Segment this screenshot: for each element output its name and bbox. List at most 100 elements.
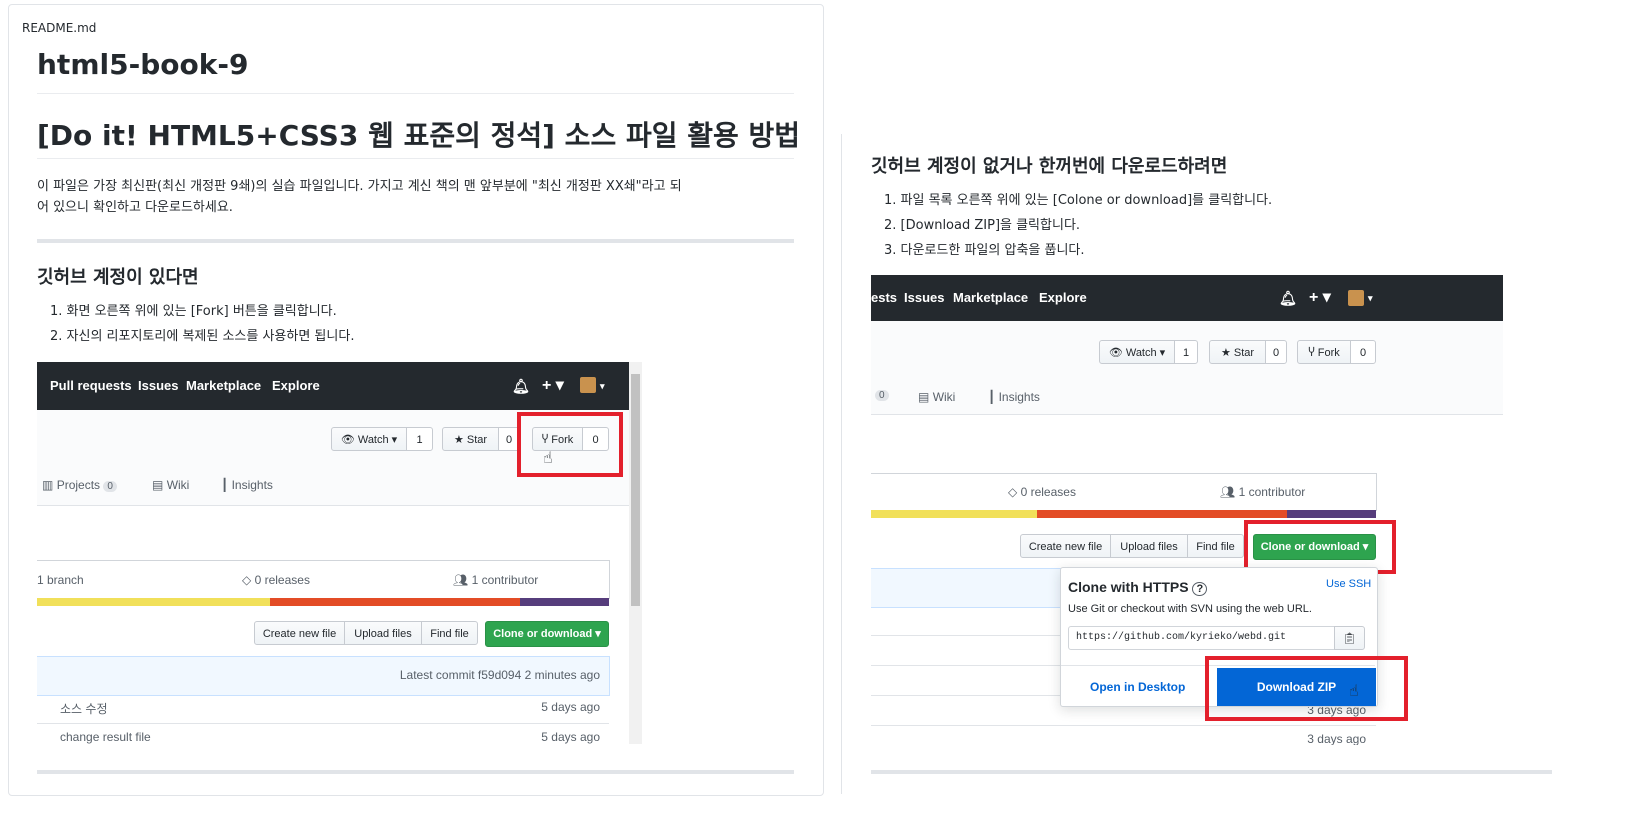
- star-icon: ★: [453, 434, 464, 446]
- contributor-count[interactable]: 👥︎ 1 contributor: [453, 573, 538, 587]
- plus-icon[interactable]: + ▾: [1309, 275, 1331, 323]
- chevron-down-icon[interactable]: ▾: [600, 362, 605, 410]
- thematic-break: [37, 770, 794, 774]
- tab-wiki[interactable]: ▤ Wiki: [152, 478, 189, 492]
- file-row-message[interactable]: change result file: [60, 730, 151, 744]
- scrollbar[interactable]: [629, 362, 642, 744]
- language-bar-css: [520, 598, 609, 606]
- contributor-count[interactable]: 👥︎ 1 contributor: [1220, 485, 1305, 499]
- right-step-3: 3. 다운로드한 파일의 압축을 풉니다.: [884, 243, 1085, 258]
- nav-issues[interactable]: Issues: [138, 362, 178, 410]
- screenshot-download: ests Issues Marketplace Explore 🔔︎ + ▾ ▾…: [871, 275, 1503, 745]
- left-step-2: 2. 자신의 리포지토리에 복제된 소스를 사용하면 됩니다.: [50, 329, 355, 344]
- hand-cursor-icon: ☝︎: [1349, 681, 1359, 700]
- upload-files-button[interactable]: Upload files: [344, 621, 422, 645]
- find-file-button[interactable]: Find file: [1187, 534, 1244, 558]
- scrollbar-thumb[interactable]: [631, 374, 640, 606]
- people-icon: 👥︎: [453, 573, 469, 587]
- dropdown-description: Use Git or checkout with SVN using the w…: [1068, 603, 1312, 615]
- section-title: [Do it! HTML5+CSS3 웹 표준의 정석] 소스 파일 활용 방법: [37, 119, 801, 152]
- tab-wiki[interactable]: ▤ Wiki: [918, 390, 955, 404]
- nav-pull-requests[interactable]: Pull requests: [50, 362, 132, 410]
- project-icon: ▥: [42, 478, 54, 492]
- file-row-age: 3 days ago: [1307, 732, 1366, 745]
- repo-header: [871, 321, 1503, 415]
- top-nav: Pull requests Issues Marketplace Explore…: [37, 362, 629, 410]
- upload-files-button[interactable]: Upload files: [1110, 534, 1188, 558]
- tab-insights[interactable]: ┃ Insights: [988, 390, 1040, 404]
- tag-icon: ◇: [1008, 485, 1018, 499]
- thematic-break: [871, 770, 1552, 774]
- nav-marketplace[interactable]: Marketplace: [186, 362, 261, 410]
- star-button[interactable]: ★ Star: [442, 427, 499, 451]
- graph-icon: ┃: [221, 478, 229, 492]
- right-panel-border: [841, 134, 842, 794]
- file-row-age: 5 days ago: [541, 700, 600, 714]
- right-heading: 깃허브 계정이 없거나 한꺼번에 다운로드하려면: [871, 156, 1228, 177]
- left-heading: 깃허브 계정이 있다면: [37, 267, 199, 288]
- language-bar-js: [37, 598, 270, 606]
- nav-issues[interactable]: Issues: [904, 275, 944, 323]
- nav-marketplace[interactable]: Marketplace: [953, 275, 1028, 323]
- download-zip-highlight: [1205, 656, 1408, 721]
- plus-icon[interactable]: + ▾: [542, 362, 564, 410]
- releases-count[interactable]: ◇ 0 releases: [1008, 485, 1076, 499]
- right-step-2: 2. [Download ZIP]을 클릭합니다.: [884, 218, 1081, 233]
- book-icon: ▤: [918, 390, 930, 404]
- file-row-age: 5 days ago: [541, 730, 600, 744]
- star-button[interactable]: ★ Star: [1209, 340, 1266, 364]
- thematic-break: [37, 239, 794, 243]
- fork-icon: Ⴤ: [1308, 347, 1315, 359]
- chevron-down-icon[interactable]: ▾: [1368, 275, 1373, 323]
- branch-count[interactable]: 1 branch: [37, 573, 84, 587]
- tab-projects[interactable]: ▥ Projects 0: [42, 478, 117, 492]
- releases-count[interactable]: ◇ 0 releases: [242, 573, 310, 587]
- question-icon[interactable]: ?: [1192, 582, 1208, 596]
- use-ssh-link[interactable]: Use SSH: [1326, 578, 1371, 590]
- watch-button[interactable]: 👁︎ Watch ▾: [1099, 340, 1175, 364]
- watch-button[interactable]: 👁︎ Watch ▾: [331, 427, 407, 451]
- file-row-divider: [871, 725, 1376, 726]
- star-count: 0: [1265, 340, 1287, 364]
- right-step-1: 1. 파일 목록 오른쪽 위에 있는 [Colone or download]를…: [884, 193, 1273, 208]
- divider: [37, 158, 794, 159]
- top-nav: ests Issues Marketplace Explore 🔔︎ + ▾ ▾: [871, 275, 1503, 321]
- create-new-file-button[interactable]: Create new file: [1020, 534, 1111, 558]
- find-file-button[interactable]: Find file: [421, 621, 478, 645]
- file-row-message[interactable]: 소스 수정: [60, 700, 108, 717]
- nav-explore[interactable]: Explore: [1039, 275, 1087, 323]
- eye-icon: 👁︎: [340, 434, 355, 446]
- clone-download-button[interactable]: Clone or download ▾: [485, 621, 609, 647]
- open-desktop-button[interactable]: Open in Desktop: [1090, 680, 1185, 694]
- screenshot-fork: Pull requests Issues Marketplace Explore…: [37, 362, 642, 744]
- tab-count: 0: [875, 390, 889, 401]
- clipboard-icon[interactable]: 📋︎: [1334, 626, 1365, 650]
- hand-cursor-icon: ☝︎: [543, 448, 553, 467]
- dropdown-title: Clone with HTTPS ?: [1068, 579, 1208, 596]
- avatar[interactable]: [1348, 290, 1364, 306]
- tab-insights[interactable]: ┃ Insights: [221, 478, 273, 492]
- bell-icon[interactable]: 🔔︎: [512, 362, 530, 410]
- create-new-file-button[interactable]: Create new file: [254, 621, 345, 645]
- fork-highlight: [517, 412, 623, 477]
- file-row-divider: [37, 723, 609, 724]
- nav-explore[interactable]: Explore: [272, 362, 320, 410]
- bell-icon[interactable]: 🔔︎: [1279, 275, 1297, 323]
- language-bar-css: [1287, 510, 1376, 518]
- left-step-1: 1. 화면 오른쪽 위에 있는 [Fork] 버튼을 클릭합니다.: [50, 304, 337, 319]
- readme-label: README.md: [22, 21, 97, 35]
- clone-url-text: https://github.com/kyrieko/webd.git: [1076, 632, 1287, 643]
- watch-count: 1: [406, 427, 433, 451]
- book-icon: ▤: [152, 478, 164, 492]
- avatar[interactable]: [580, 377, 596, 393]
- repo-title: html5-book-9: [37, 48, 249, 81]
- nav-pull-requests[interactable]: ests: [871, 275, 897, 323]
- people-icon: 👥︎: [1220, 485, 1236, 499]
- graph-icon: ┃: [988, 390, 996, 404]
- watch-count: 1: [1174, 340, 1198, 364]
- star-icon: ★: [1220, 347, 1231, 359]
- tag-icon: ◇: [242, 573, 252, 587]
- eye-icon: 👁︎: [1108, 347, 1123, 359]
- clone-highlight: [1244, 520, 1396, 574]
- fork-button[interactable]: Ⴤ Fork: [1297, 340, 1351, 364]
